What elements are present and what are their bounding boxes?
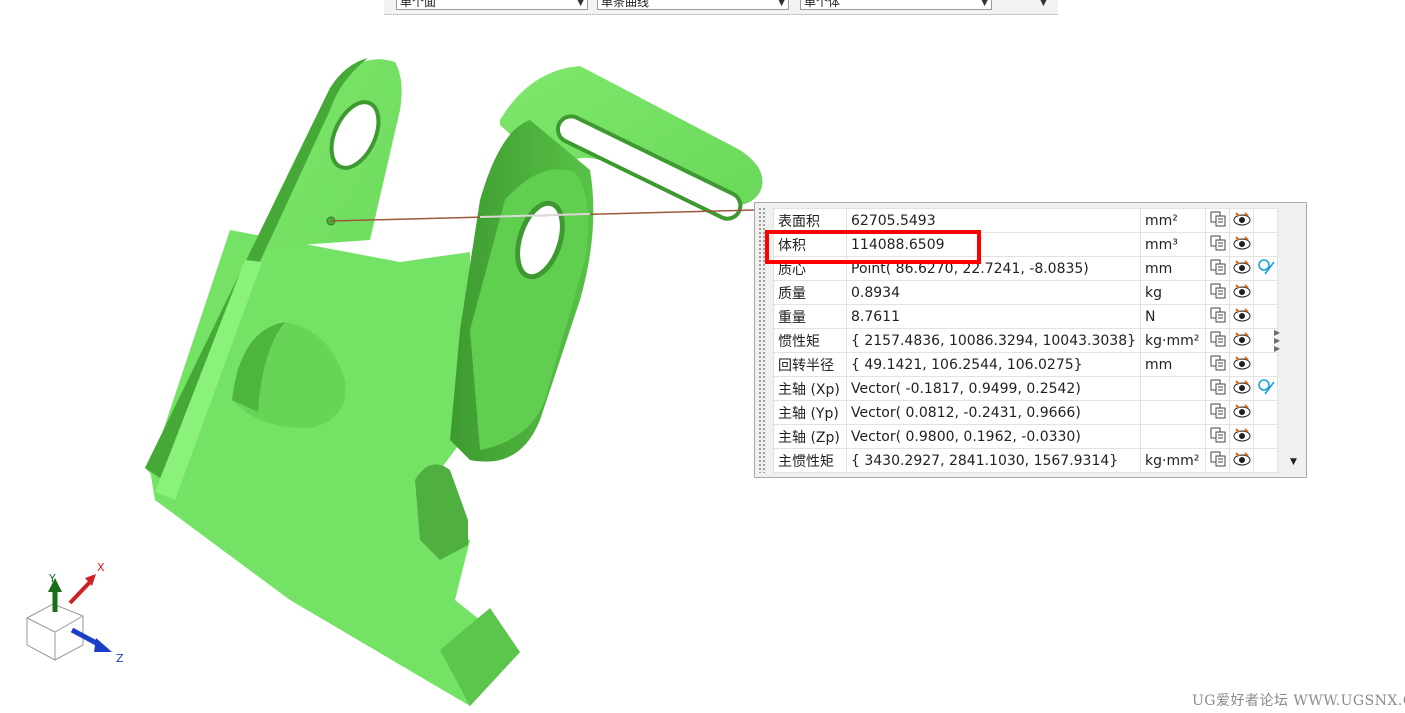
copy-to-clipboard-icon[interactable]	[1205, 256, 1231, 281]
property-row[interactable]: 质量 0.8934 kg	[773, 280, 1279, 305]
triad-label-z: Z	[116, 652, 124, 665]
property-unit[interactable]: mm³	[1140, 232, 1207, 257]
property-row[interactable]: 主惯性矩{ 3430.2927, 2841.1030, 1567.9314} kg…	[773, 448, 1279, 473]
property-unit[interactable]	[1140, 376, 1207, 401]
property-unit[interactable]: kg	[1140, 280, 1207, 305]
property-row[interactable]: 表面积 62705.5493 mm²	[773, 208, 1279, 233]
show-result-icon[interactable]	[1229, 424, 1255, 449]
show-result-icon[interactable]	[1229, 304, 1255, 329]
property-name: 质量	[773, 280, 847, 305]
property-name: 主轴 (Zp)	[773, 424, 847, 449]
property-value[interactable]: 8.7611	[845, 304, 1142, 329]
property-name: 表面积	[773, 208, 847, 233]
property-row[interactable]: 主轴 (Zp) Vector( 0.9800, 0.1962, -0.0330)	[773, 424, 1279, 449]
show-result-icon[interactable]	[1229, 400, 1255, 425]
filter-icon[interactable]	[1253, 376, 1279, 401]
empty-cell	[1253, 424, 1279, 449]
show-result-icon[interactable]	[1229, 448, 1255, 473]
property-unit[interactable]: mm	[1140, 256, 1207, 281]
triad-label-y: Y	[48, 572, 56, 585]
property-name: 回转半径	[773, 352, 847, 377]
property-name: 重量	[773, 304, 847, 329]
property-row[interactable]: 主轴 (Xp) Vector( -0.1817, 0.9499, 0.2542)	[773, 376, 1279, 401]
property-unit[interactable]: N	[1140, 304, 1207, 329]
panel-expand-icon[interactable]: ▶ ▶ ▶	[1274, 329, 1280, 353]
copy-to-clipboard-icon[interactable]	[1205, 448, 1231, 473]
property-row[interactable]: 重量 8.7611 N	[773, 304, 1279, 329]
copy-to-clipboard-icon[interactable]	[1205, 208, 1231, 233]
property-row[interactable]: 主轴 (Yp) Vector( 0.0812, -0.2431, 0.9666)	[773, 400, 1279, 425]
view-triad: X Y Z	[26, 561, 124, 665]
empty-cell	[1253, 400, 1279, 425]
copy-to-clipboard-icon[interactable]	[1205, 376, 1231, 401]
property-name: 主惯性矩	[773, 448, 847, 473]
property-value[interactable]: Vector( -0.1817, 0.9499, 0.2542)	[845, 376, 1142, 401]
property-unit[interactable]: kg·mm²	[1140, 328, 1207, 353]
property-name: 惯性矩	[773, 328, 847, 353]
copy-to-clipboard-icon[interactable]	[1205, 280, 1231, 305]
show-result-icon[interactable]	[1229, 376, 1255, 401]
show-result-icon[interactable]	[1229, 256, 1255, 281]
property-row[interactable]: 惯性矩{ 2157.4836, 10086.3294, 10043.3038} k…	[773, 328, 1279, 353]
volume-highlight-box	[765, 230, 981, 264]
property-value[interactable]: Vector( 0.9800, 0.1962, -0.0330)	[845, 424, 1142, 449]
empty-cell	[1253, 232, 1279, 257]
empty-cell	[1253, 208, 1279, 233]
copy-to-clipboard-icon[interactable]	[1205, 352, 1231, 377]
property-unit[interactable]: kg·mm²	[1140, 448, 1207, 473]
property-name: 主轴 (Yp)	[773, 400, 847, 425]
property-value[interactable]: 0.8934	[845, 280, 1142, 305]
copy-to-clipboard-icon[interactable]	[1205, 232, 1231, 257]
triad-label-x: X	[97, 561, 105, 574]
property-value[interactable]: { 3430.2927, 2841.1030, 1567.9314}	[845, 448, 1142, 473]
copy-to-clipboard-icon[interactable]	[1205, 424, 1231, 449]
property-unit[interactable]: mm	[1140, 352, 1207, 377]
property-unit[interactable]	[1140, 424, 1207, 449]
property-name: 主轴 (Xp)	[773, 376, 847, 401]
property-value[interactable]: 62705.5493	[845, 208, 1142, 233]
property-row[interactable]: 回转半径{ 49.1421, 106.2544, 106.0275} mm	[773, 352, 1279, 377]
z-axis-arrow-icon	[94, 638, 112, 652]
property-unit[interactable]: mm²	[1140, 208, 1207, 233]
copy-to-clipboard-icon[interactable]	[1205, 328, 1231, 353]
watermark: UG爱好者论坛 WWW.UGSNX.COM	[1192, 693, 1405, 709]
show-result-icon[interactable]	[1229, 352, 1255, 377]
empty-cell	[1253, 304, 1279, 329]
filter-icon[interactable]	[1253, 256, 1279, 281]
property-value[interactable]: { 2157.4836, 10086.3294, 10043.3038}	[845, 328, 1142, 353]
empty-cell	[1253, 448, 1279, 473]
copy-to-clipboard-icon[interactable]	[1205, 304, 1231, 329]
show-result-icon[interactable]	[1229, 208, 1255, 233]
scroll-down-icon[interactable]: ▼	[1290, 457, 1297, 467]
show-result-icon[interactable]	[1229, 328, 1255, 353]
show-result-icon[interactable]	[1229, 280, 1255, 305]
property-unit[interactable]	[1140, 400, 1207, 425]
bracket-part-model[interactable]	[145, 58, 763, 706]
show-result-icon[interactable]	[1229, 232, 1255, 257]
empty-cell	[1253, 280, 1279, 305]
empty-cell	[1253, 352, 1279, 377]
property-value[interactable]: { 49.1421, 106.2544, 106.0275}	[845, 352, 1142, 377]
property-value[interactable]: Vector( 0.0812, -0.2431, 0.9666)	[845, 400, 1142, 425]
copy-to-clipboard-icon[interactable]	[1205, 400, 1231, 425]
